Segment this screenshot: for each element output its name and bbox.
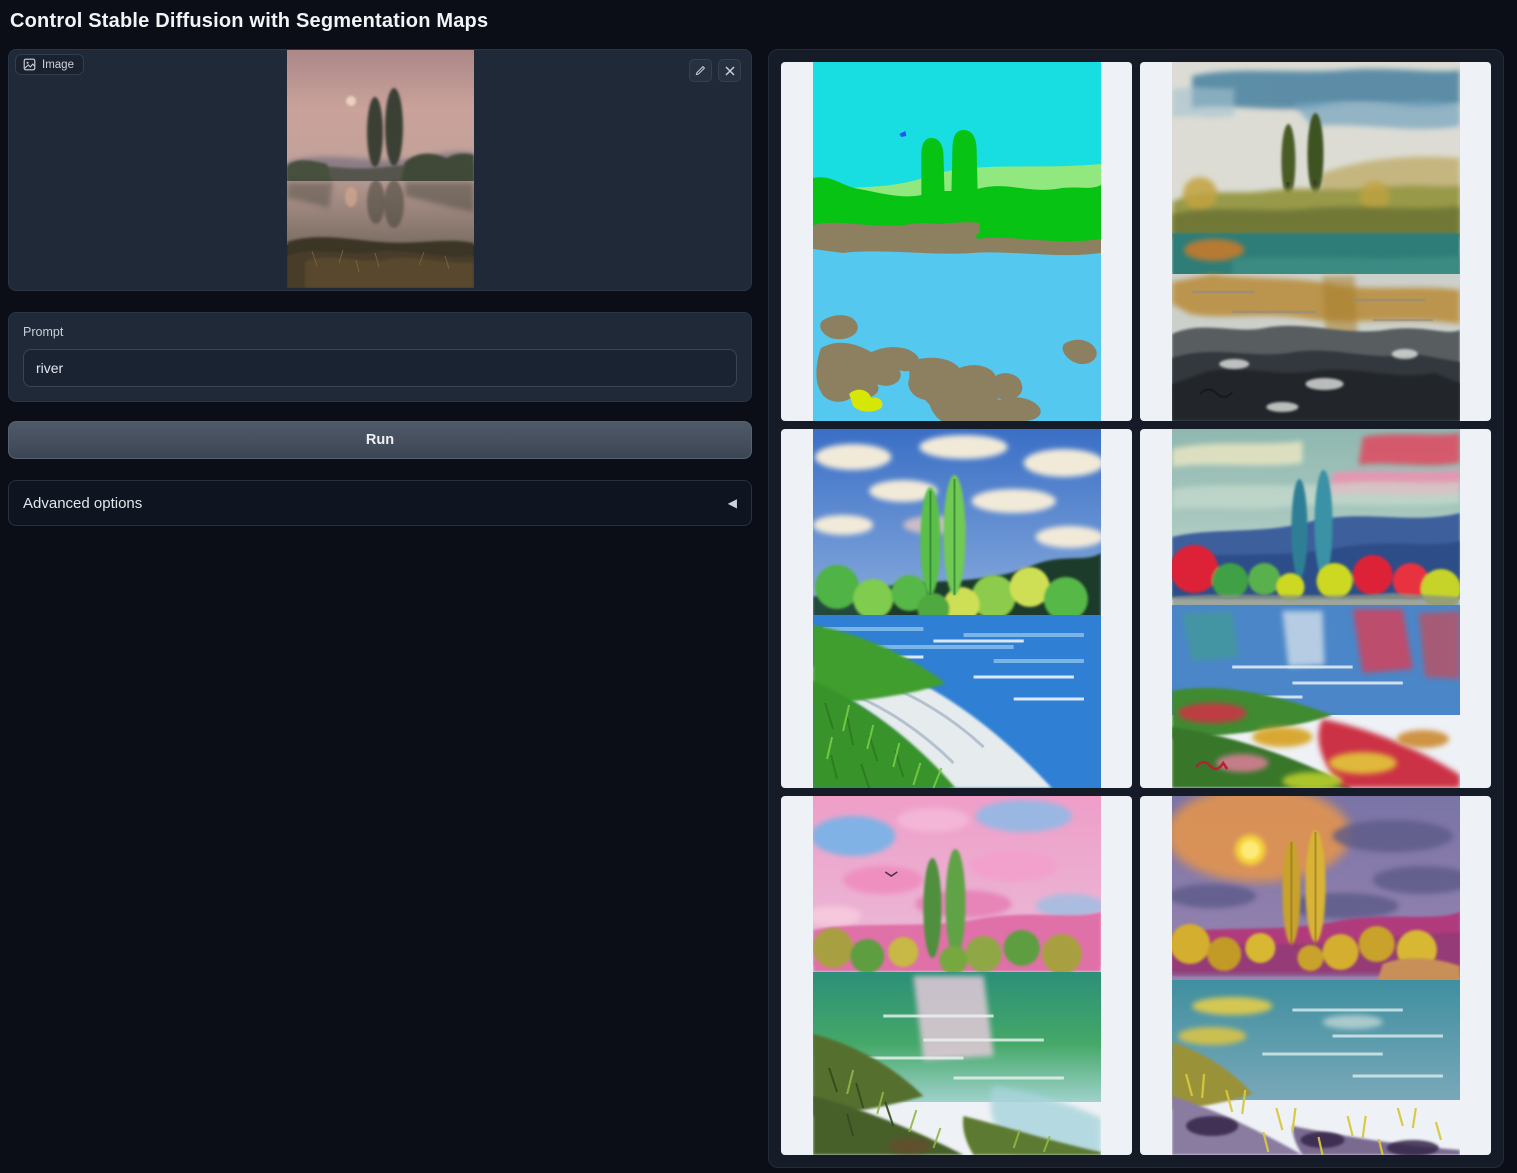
gallery-item-watercolor-river[interactable] [1140, 62, 1491, 421]
advanced-options-accordion[interactable]: Advanced options ◀ [8, 480, 752, 526]
edit-image-button[interactable] [689, 59, 712, 82]
clear-image-button[interactable] [718, 59, 741, 82]
input-column: Image [8, 49, 752, 526]
pastel-pink-river-image [813, 796, 1101, 1155]
prompt-input[interactable] [23, 349, 737, 387]
image-toolbar [689, 59, 741, 82]
page-title: Control Stable Diffusion with Segmentati… [10, 10, 1504, 33]
image-label: Image [15, 54, 84, 75]
segmentation-map-image [813, 62, 1101, 421]
pencil-icon [694, 64, 707, 77]
image-upload-panel[interactable]: Image [8, 49, 752, 291]
gallery-item-expressionist-river[interactable] [1140, 429, 1491, 788]
watercolor-river-image [1172, 62, 1460, 421]
advanced-options-label: Advanced options [23, 495, 142, 512]
close-icon [724, 65, 736, 77]
golden-sunset-river-image [1172, 796, 1460, 1155]
gallery-item-golden-sunset-river[interactable] [1140, 796, 1491, 1155]
gallery-item-pastel-pink-river[interactable] [781, 796, 1132, 1155]
gallery-item-green-river-painting[interactable] [781, 429, 1132, 788]
gallery-item-segmentation-map[interactable] [781, 62, 1132, 421]
input-image-preview [287, 50, 474, 288]
image-icon [23, 58, 36, 71]
main-layout: Image [8, 49, 1504, 1168]
green-river-painting-image [813, 429, 1101, 788]
run-button[interactable]: Run [8, 421, 752, 459]
expressionist-river-image [1172, 429, 1460, 788]
output-gallery [768, 49, 1504, 1168]
prompt-label: Prompt [23, 325, 737, 339]
prompt-panel: Prompt [8, 312, 752, 402]
image-label-text: Image [42, 59, 74, 71]
collapse-arrow-icon: ◀ [728, 496, 737, 510]
